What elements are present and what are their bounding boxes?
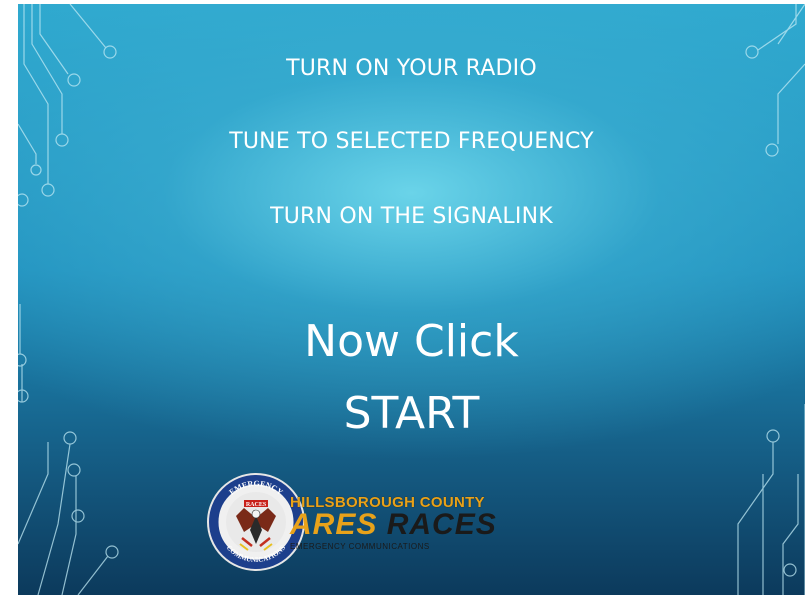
ares-races-wordmark: ARES RACES — [290, 508, 497, 542]
logo-subtitle: EMERGENCY COMMUNICATIONS — [290, 542, 430, 551]
headline-now-click: Now Click — [304, 316, 519, 367]
seal-center-text: RACES — [246, 502, 267, 508]
seal-bottom-text: COMMUNICATIONS — [225, 544, 288, 564]
instruction-3: TURN ON THE SIGNALINK — [270, 204, 553, 229]
seal-top-text: EMERGENCY — [227, 479, 284, 497]
ares-word: ARES — [290, 508, 378, 541]
instruction-1: TURN ON YOUR RADIO — [286, 56, 537, 81]
races-word: RACES — [386, 508, 497, 541]
instruction-2: TUNE TO SELECTED FREQUENCY — [229, 129, 594, 154]
ares-races-logo: EMERGENCY RACES COMMUNICATIONS HILLSBORO… — [206, 472, 576, 592]
headline-start: START — [343, 388, 480, 439]
slide: TURN ON YOUR RADIO TUNE TO SELECTED FREQ… — [18, 4, 805, 595]
svg-text:EMERGENCY: EMERGENCY — [227, 479, 284, 497]
svg-text:COMMUNICATIONS: COMMUNICATIONS — [225, 544, 288, 564]
